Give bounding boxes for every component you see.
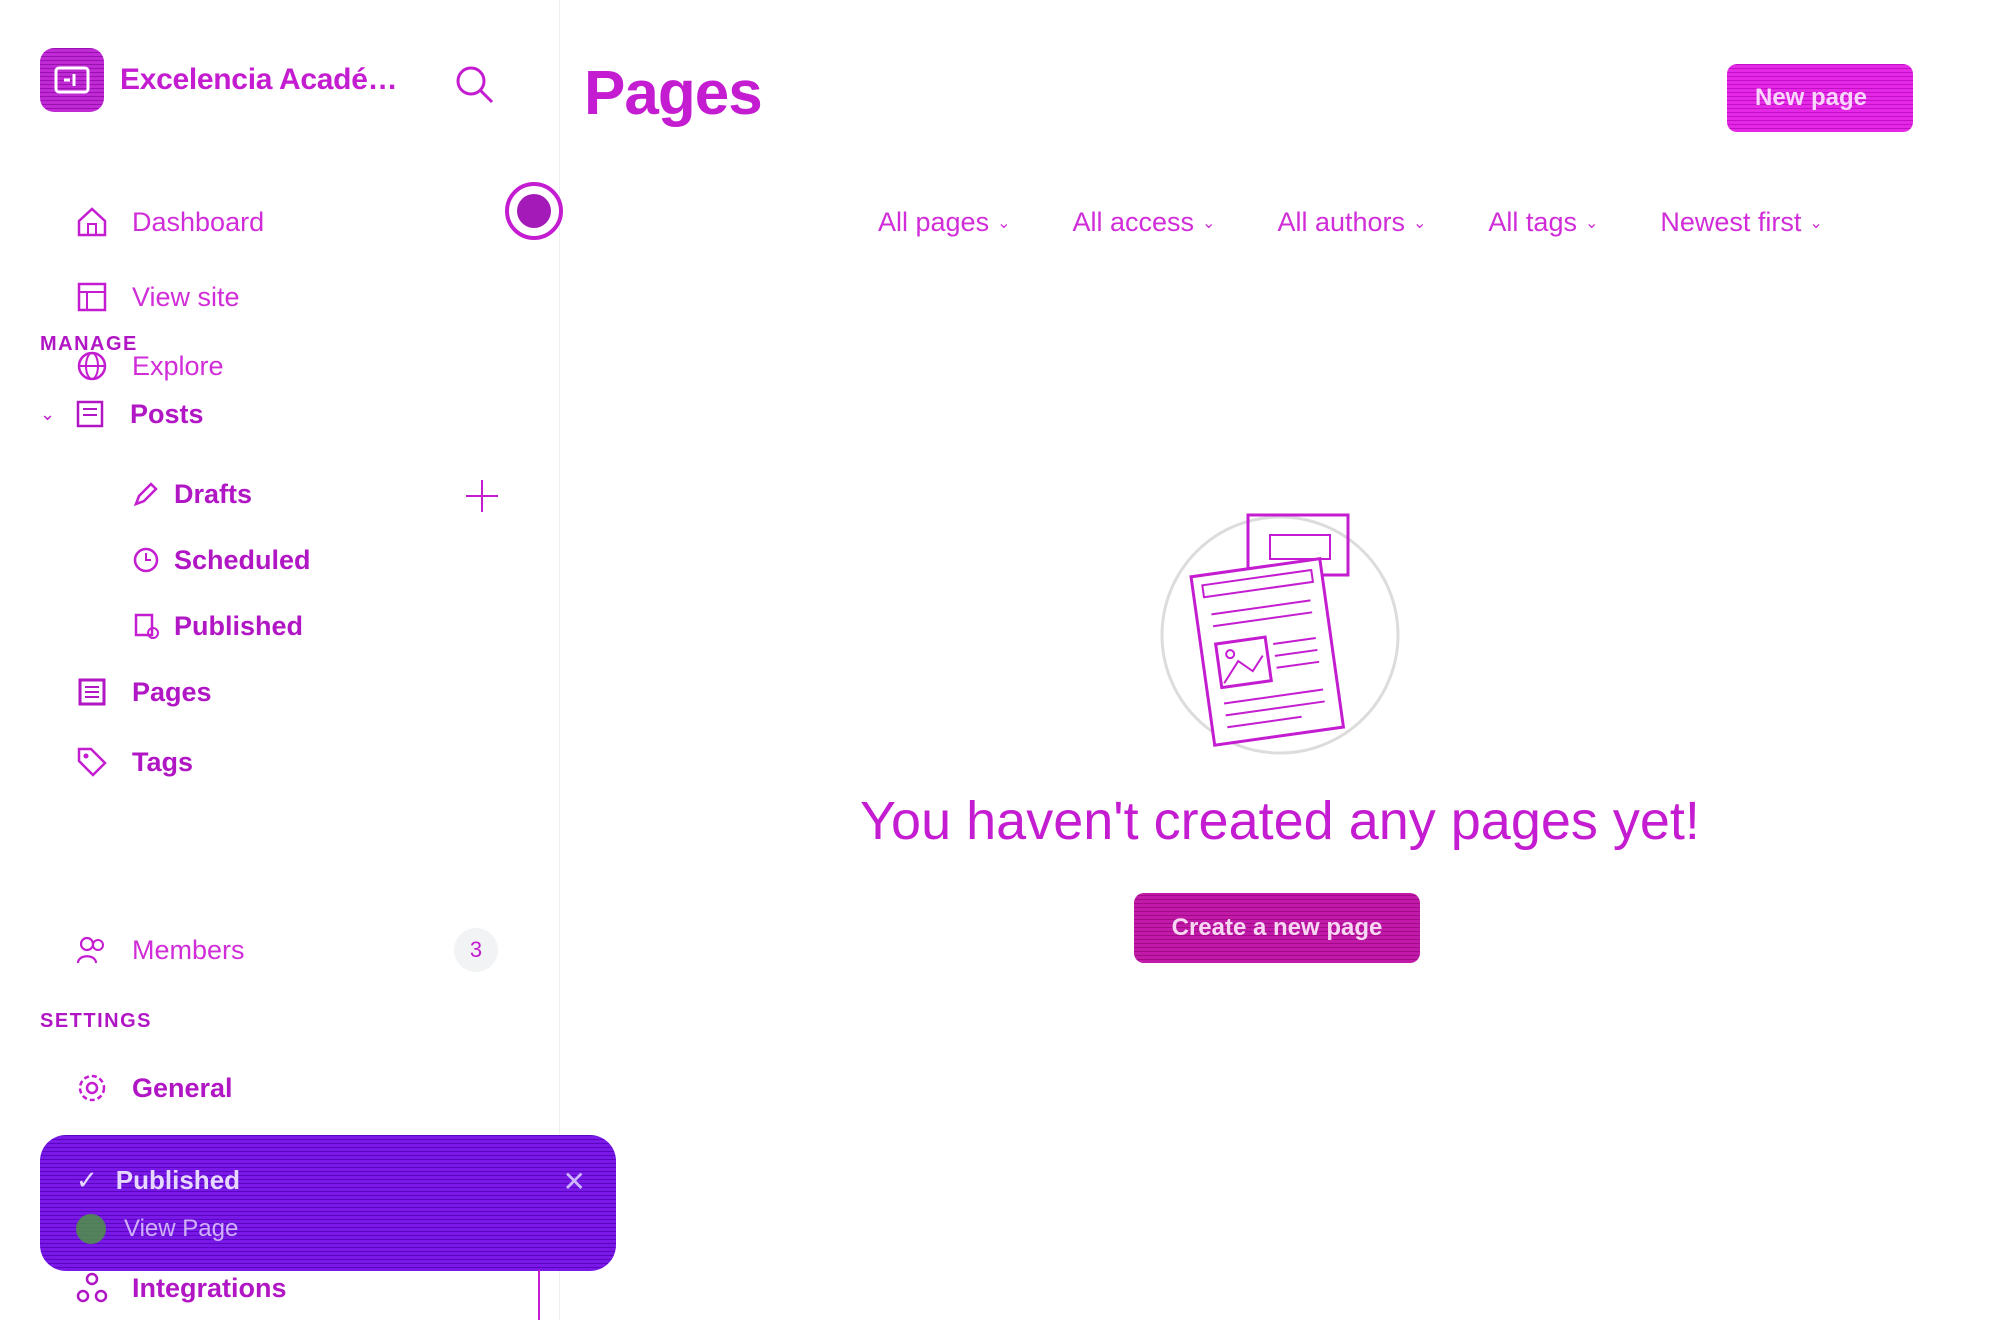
chevron-down-icon[interactable]: ⌄ — [40, 404, 60, 425]
nav-integrations[interactable]: Integrations — [74, 1266, 287, 1310]
nav-pages[interactable]: Pages — [74, 670, 212, 714]
nav-dashboard[interactable]: Dashboard — [74, 200, 264, 244]
filter-authors-label: All authors — [1277, 207, 1406, 237]
nav-integrations-label: Integrations — [132, 1272, 287, 1303]
filter-sort-label: Newest first — [1660, 207, 1802, 237]
filter-type-label: All pages — [878, 207, 990, 237]
empty-state-message: You haven't created any pages yet! — [860, 791, 1700, 851]
site-brand[interactable]: Excelencia Académica 1e0Rk0Ay-fn0zz... — [40, 48, 410, 112]
new-page-button[interactable]: New page — [1727, 64, 1913, 132]
clock-icon — [128, 542, 164, 578]
nav-published[interactable]: Published — [128, 604, 303, 648]
draft-pencil-icon — [128, 476, 164, 512]
settings-section-label: SETTINGS — [40, 1010, 153, 1032]
check-circle-icon: ✓ — [76, 1165, 98, 1195]
chevron-down-icon: ⌄ — [1584, 214, 1599, 232]
site-logo-icon — [40, 48, 104, 112]
integrations-icon — [74, 1270, 110, 1306]
filter-bar: All pages ⌄ All access ⌄ All authors ⌄ All … — [878, 207, 1823, 238]
nav-drafts-label: Drafts — [174, 478, 253, 509]
members-count-badge: 3 — [454, 928, 498, 972]
filter-tags[interactable]: All tags ⌄ — [1488, 207, 1598, 238]
published-doc-icon — [128, 608, 164, 644]
pencil-square-icon — [72, 396, 108, 432]
filter-access[interactable]: All access ⌄ — [1072, 207, 1215, 238]
status-dot-icon — [76, 1214, 106, 1244]
nav-tags[interactable]: Tags — [74, 740, 193, 784]
nav-view-site[interactable]: View site — [74, 275, 240, 319]
nav-posts[interactable]: ⌄ Posts — [40, 392, 204, 436]
sidebar: Excelencia Académica 1e0Rk0Ay-fn0zz... D… — [0, 0, 586, 1320]
create-new-page-label: Create a new page — [1171, 914, 1383, 941]
gear-icon — [74, 1070, 110, 1106]
nav-view-site-label: View site — [132, 281, 240, 312]
manage-section-label: MANAGE — [40, 333, 138, 355]
members-icon — [74, 932, 110, 968]
nav-general-label: General — [132, 1072, 233, 1103]
close-icon[interactable]: ✕ — [563, 1165, 586, 1198]
layout-icon — [74, 279, 110, 315]
pages-icon — [74, 674, 110, 710]
chevron-down-icon: ⌄ — [1202, 214, 1216, 232]
nav-drafts[interactable]: Drafts — [128, 472, 252, 516]
home-icon — [74, 204, 110, 240]
nav-published-label: Published — [174, 610, 304, 641]
new-page-button-label: New page — [1755, 84, 1868, 111]
nav-tags-label: Tags — [132, 746, 194, 777]
nav-explore-label: Explore — [132, 350, 224, 381]
add-post-plus-icon[interactable] — [462, 476, 502, 516]
nav-dashboard-label: Dashboard — [132, 206, 265, 237]
filter-sort[interactable]: Newest first ⌄ — [1660, 207, 1822, 238]
nav-pages-label: Pages — [132, 676, 212, 707]
tag-icon — [74, 744, 110, 780]
filter-type[interactable]: All pages ⌄ — [878, 207, 1010, 238]
filter-authors[interactable]: All authors ⌄ — [1277, 207, 1426, 238]
chevron-down-icon: ⌄ — [1809, 214, 1823, 232]
toast-status: Published — [115, 1165, 241, 1195]
nav-posts-label: Posts — [130, 398, 204, 429]
create-new-page-button[interactable]: Create a new page — [1134, 893, 1420, 963]
published-toast: ✓ Published View Page ✕ — [40, 1135, 616, 1271]
toast-view-page-link[interactable]: View Page — [124, 1215, 238, 1243]
ghost-admin-app: Excelencia Académica 1e0Rk0Ay-fn0zz... D… — [0, 0, 2000, 1320]
filter-tags-label: All tags — [1488, 207, 1577, 237]
nav-members-label: Members — [132, 934, 245, 965]
divider — [538, 1270, 540, 1320]
nav-scheduled-label: Scheduled — [174, 544, 311, 575]
nav-scheduled[interactable]: Scheduled — [128, 538, 311, 582]
site-name: Excelencia Académica 1e0Rk0Ay-fn0zz... — [120, 63, 410, 96]
chevron-down-icon: ⌄ — [1413, 214, 1427, 232]
search-icon[interactable] — [452, 62, 496, 106]
empty-pages-illustration — [1160, 505, 1400, 765]
chevron-down-icon: ⌄ — [997, 214, 1011, 232]
nav-general[interactable]: General — [74, 1066, 233, 1110]
filter-access-label: All access — [1072, 207, 1195, 237]
nav-members[interactable]: Members — [74, 928, 245, 972]
user-avatar[interactable] — [505, 182, 563, 240]
page-title: Pages — [584, 59, 763, 128]
